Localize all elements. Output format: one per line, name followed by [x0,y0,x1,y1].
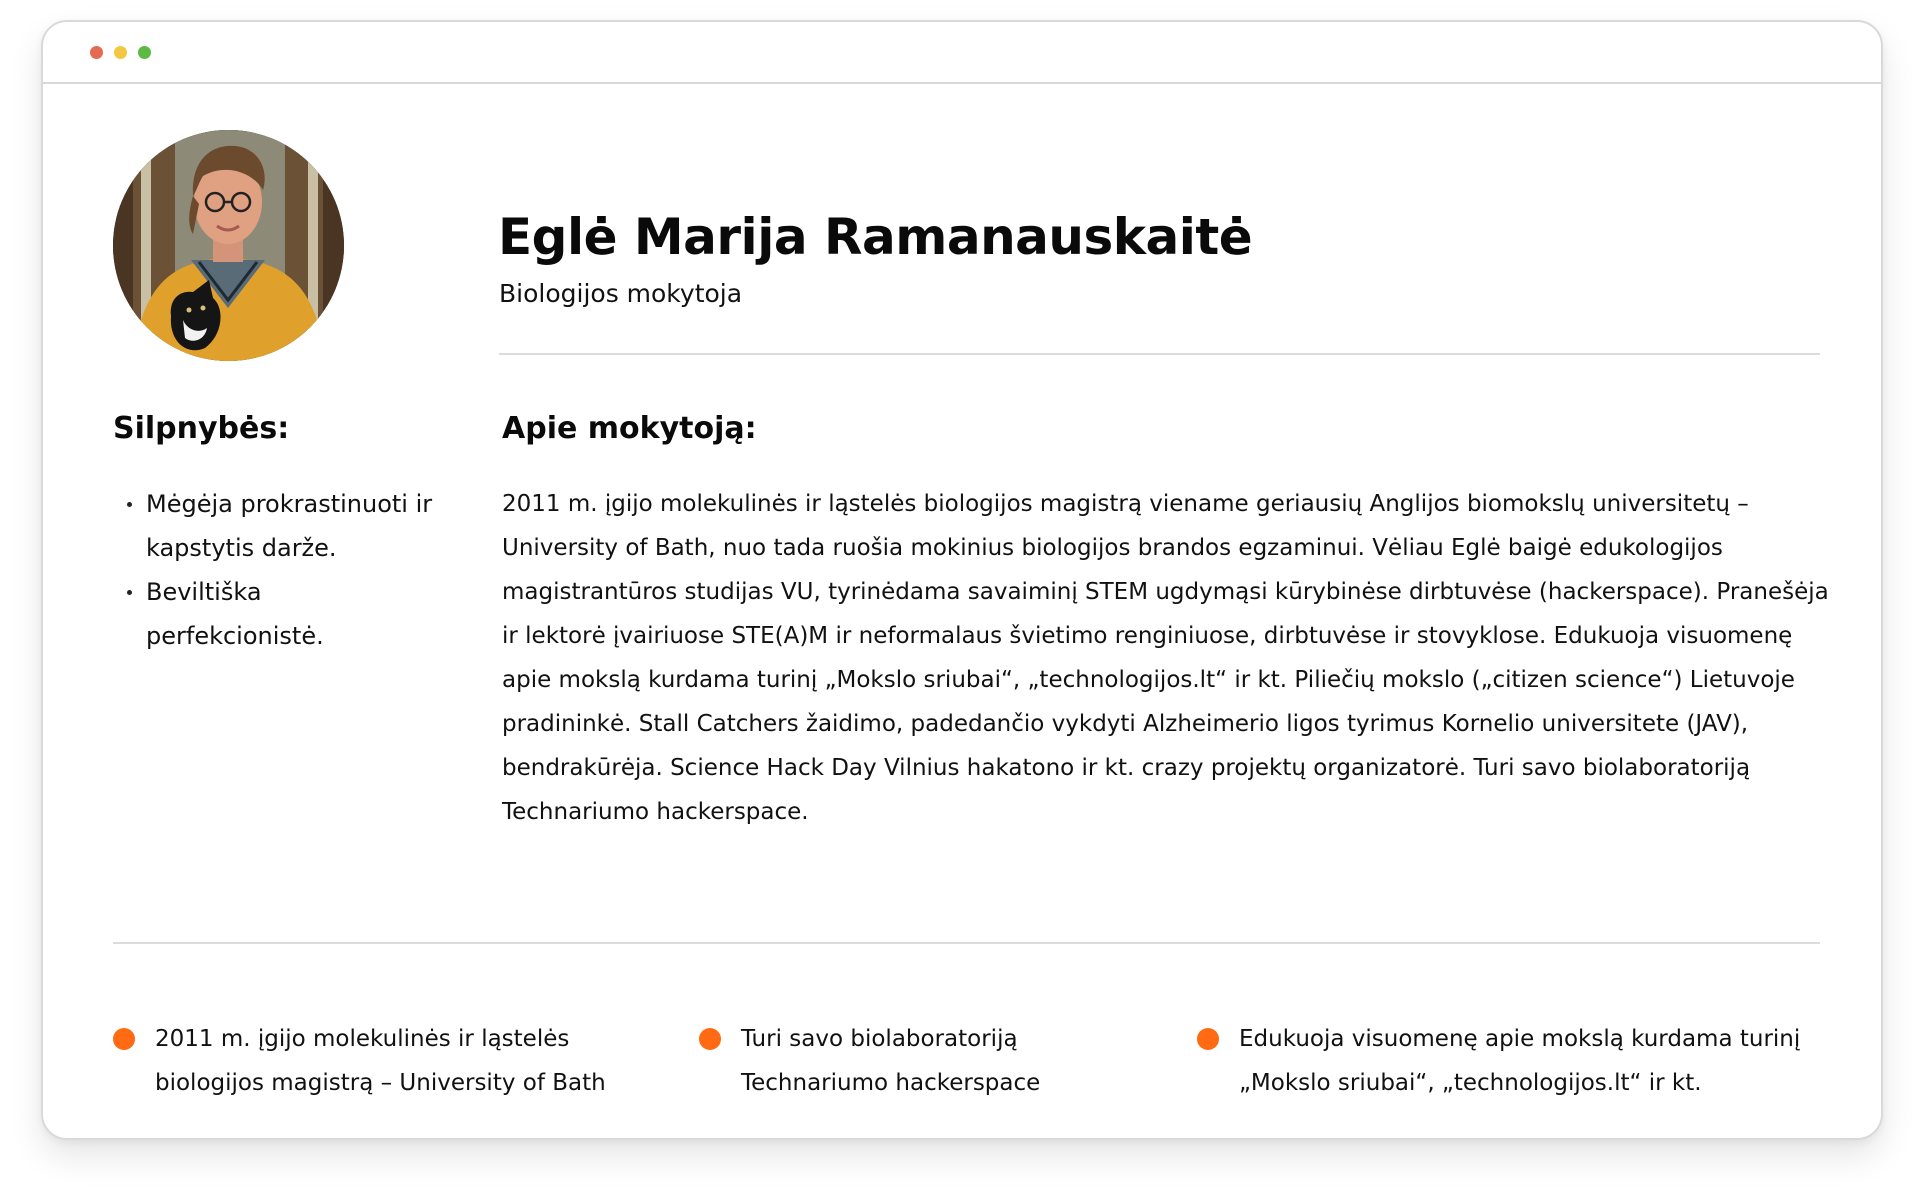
header-divider [499,353,1820,355]
weaknesses-heading: Silpnybės: [113,411,290,446]
weaknesses-list: Mėgėja prokrastinuoti ir kapstytis darže… [113,482,443,658]
minimize-dot-icon[interactable] [114,46,127,59]
teacher-name: Eglė Marija Ramanauskaitė [498,208,1253,266]
teacher-role: Biologijos mokytoja [499,279,743,308]
weakness-item: Mėgėja prokrastinuoti ir kapstytis darže… [113,482,443,570]
highlight-text: 2011 m. įgijo molekulinės ir ląstelės bi… [155,1026,606,1096]
about-text: 2011 m. įgijo molekulinės ir ląstelės bi… [502,491,1829,825]
about-heading: Apie mokytoją: [502,411,757,446]
profile-window: Eglė Marija Ramanauskaitė Biologijos mok… [41,20,1883,1140]
highlights-divider [113,942,1820,944]
teacher-photo-icon [113,130,344,361]
highlight-text: Edukuoja visuomenę apie mokslą kurdama t… [1239,1026,1801,1096]
orange-dot-icon [699,1028,721,1050]
maximize-dot-icon[interactable] [138,46,151,59]
orange-dot-icon [1197,1028,1219,1050]
window-titlebar [43,22,1881,84]
weakness-item: Beviltiška perfekcionistė. [113,570,443,658]
teacher-avatar [113,130,344,361]
orange-dot-icon [113,1028,135,1050]
highlight-text: Turi savo biolaboratoriją Technariumo ha… [741,1026,1041,1096]
close-dot-icon[interactable] [90,46,103,59]
